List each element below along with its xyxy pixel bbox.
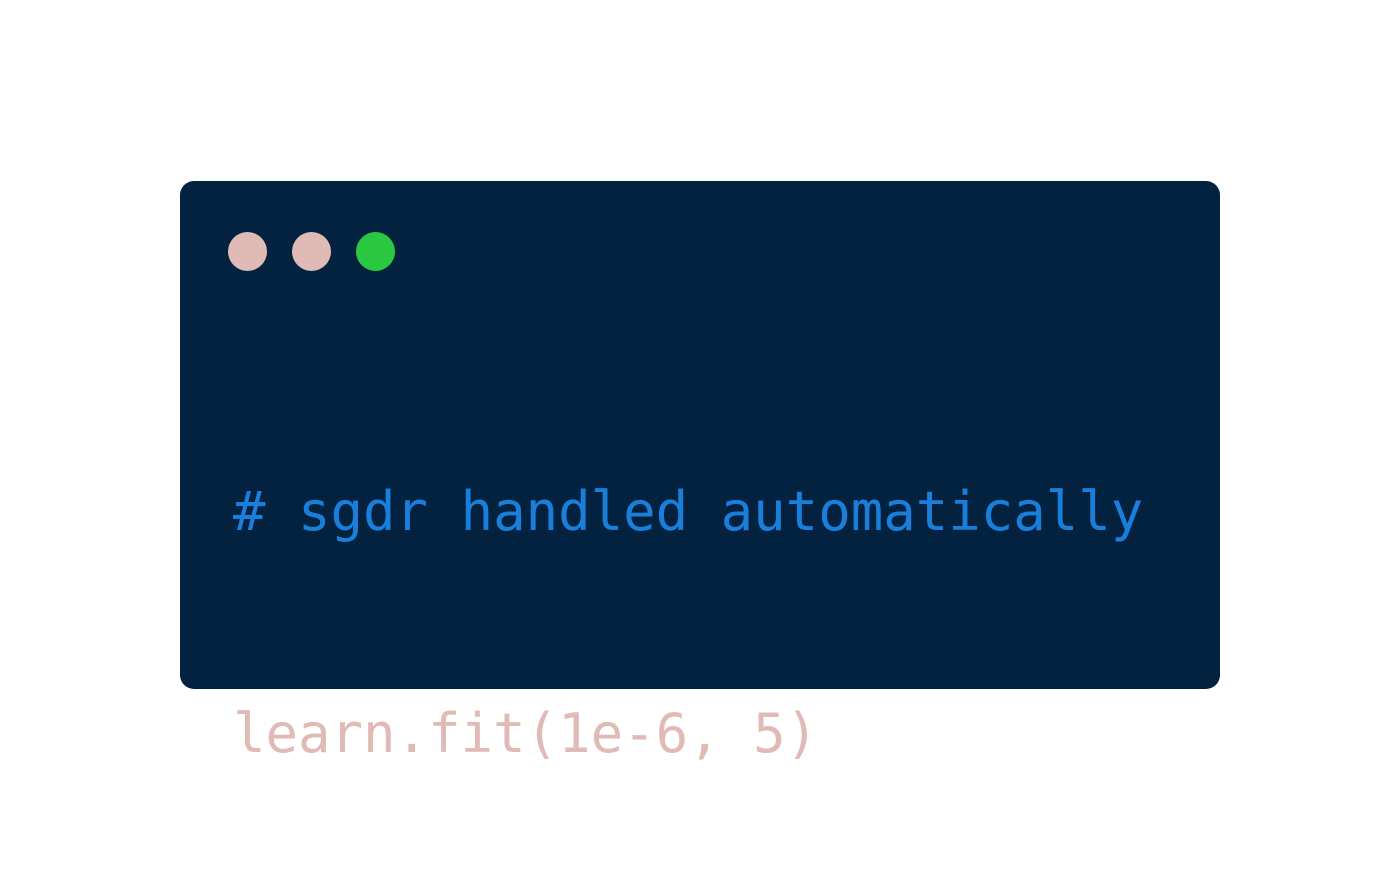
code-comment: # sgdr handled automatically	[233, 480, 1144, 543]
window-controls	[228, 232, 395, 271]
code-window: # sgdr handled automatically learn.fit(1…	[180, 181, 1220, 761]
maximize-dot-icon[interactable]	[356, 232, 395, 271]
minimize-dot-icon[interactable]	[292, 232, 331, 271]
code-block: # sgdr handled automatically learn.fit(1…	[233, 377, 1143, 869]
close-dot-icon[interactable]	[228, 232, 267, 271]
code-statement: learn.fit(1e-6, 5)	[233, 702, 819, 765]
